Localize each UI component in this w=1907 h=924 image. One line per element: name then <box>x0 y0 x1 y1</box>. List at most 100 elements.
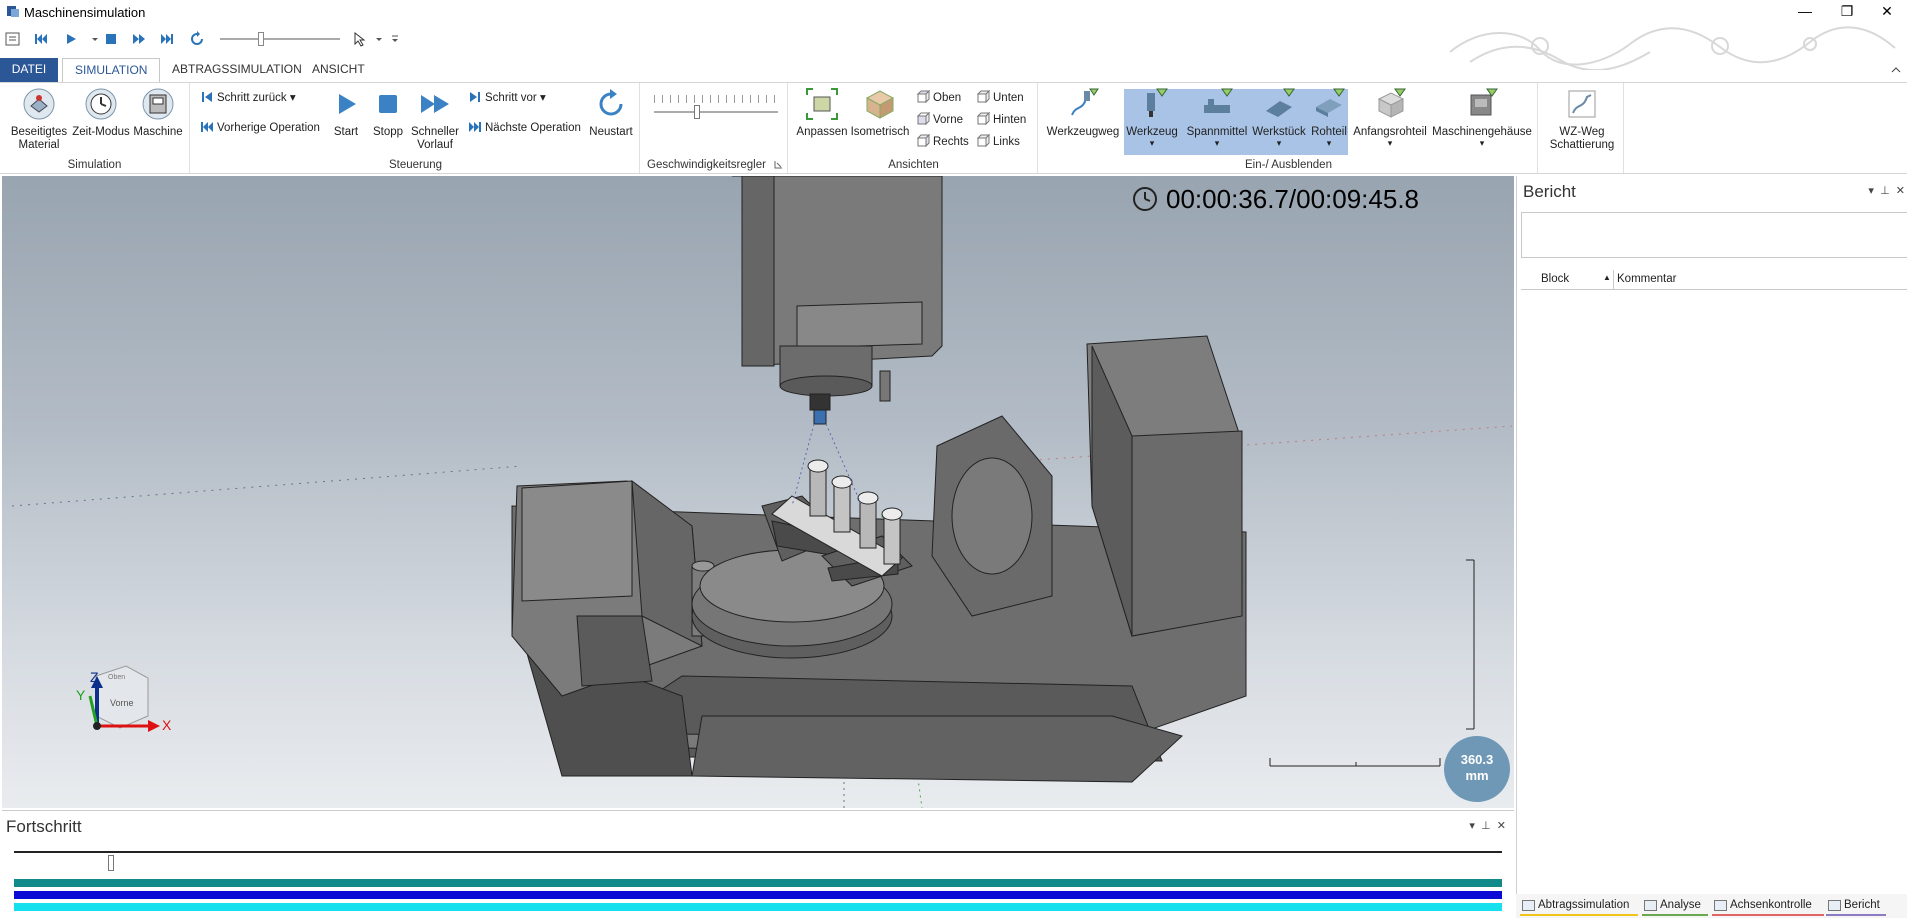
3d-viewport[interactable]: Z Y X Vorne Oben 00:00:36.7/00:09:45.8 3… <box>2 176 1514 808</box>
fit-view-button[interactable]: Anpassen <box>796 87 848 139</box>
restart-icon <box>599 89 623 116</box>
panel-tabs: Abtragssimulation Analyse Achsenkontroll… <box>1516 894 1907 918</box>
fast-forward-label: Schneller Vorlauf <box>411 126 459 151</box>
fast-forward-icon[interactable] <box>130 30 148 48</box>
orientation-triad[interactable]: Z Y X Vorne Oben <box>76 665 172 733</box>
minimize-button[interactable]: — <box>1782 0 1828 24</box>
clock-icon <box>85 88 117 120</box>
title-bar: Maschinensimulation — ❐ ✕ <box>0 0 1907 24</box>
close-icon[interactable]: ✕ <box>1497 820 1506 832</box>
axis-label-z: Z <box>90 669 99 685</box>
tab-removal-simulation-panel[interactable]: Abtragssimulation <box>1520 896 1638 916</box>
report-panel: Bericht ▾ ⊥ ✕ Block ▲ Kommentar <box>1516 176 1907 894</box>
step-forward-label: Schritt vor <box>485 92 537 104</box>
cube-face-front[interactable]: Vorne <box>110 698 134 708</box>
toolpath-label: Werkzeugweg <box>1046 126 1120 138</box>
toolpath-shading-button[interactable]: WZ-Weg Schattierung <box>1544 87 1620 152</box>
machine-scene: Z Y X Vorne Oben <box>11 176 1513 808</box>
right-view-button[interactable]: Rechts <box>916 133 969 151</box>
restart-icon[interactable] <box>188 30 206 48</box>
bottom-view-button[interactable]: Unten <box>976 89 1024 107</box>
top-view-button[interactable]: Oben <box>916 89 961 107</box>
speed-slider-thumb[interactable] <box>694 105 700 119</box>
column-block[interactable]: Block <box>1541 273 1569 285</box>
dialog-launcher-icon[interactable] <box>774 160 783 169</box>
group-label-speed: Geschwindigkeitsregler <box>647 159 766 171</box>
progress-panel: Fortschritt ▾ ⊥ ✕ <box>2 810 1514 922</box>
stop-button[interactable]: Stopp <box>368 87 408 139</box>
scale-badge: 360.3 mm <box>1444 736 1510 802</box>
workpiece-toggle[interactable]: Werkstück ▾ <box>1250 87 1308 148</box>
collapse-ribbon-icon[interactable] <box>1890 64 1902 76</box>
tab-report-panel[interactable]: Bericht <box>1826 896 1886 916</box>
ribbon-tabs: DATEI SIMULATION ABTRAGSSIMULATION ANSIC… <box>0 58 1907 82</box>
report-filter-box[interactable] <box>1521 212 1907 258</box>
next-operation-button[interactable]: Nächste Operation <box>468 119 581 137</box>
cursor-icon[interactable] <box>350 30 368 48</box>
machine-icon <box>142 88 174 120</box>
tab-simulation[interactable]: SIMULATION <box>62 58 161 82</box>
progress-slider-thumb[interactable] <box>107 855 114 871</box>
isometric-view-button[interactable]: Isometrisch <box>850 87 910 139</box>
pin-icon[interactable]: ⊥ <box>1481 820 1491 832</box>
removed-material-button[interactable]: Beseitigtes Material <box>8 87 70 152</box>
tab-removal-simulation[interactable]: ABTRAGSSIMULATION <box>160 58 314 82</box>
back-view-button[interactable]: Hinten <box>976 111 1026 129</box>
group-label-control: Steuerung <box>388 159 443 171</box>
speed-slider-thumb[interactable] <box>258 32 264 46</box>
cube-icon <box>916 134 930 148</box>
front-view-label: Vorne <box>933 114 964 126</box>
stop-label: Stopp <box>372 126 404 138</box>
fast-forward-button[interactable]: Schneller Vorlauf <box>410 87 460 152</box>
front-view-button[interactable]: Vorne <box>916 111 963 129</box>
customize-toolbar-icon[interactable] <box>386 30 404 48</box>
step-back-label: Schritt zurück <box>217 92 287 104</box>
group-label-visibility: Ein-/ Ausblenden <box>1245 159 1332 171</box>
cube-icon <box>916 112 930 126</box>
machine-button[interactable]: Maschine <box>128 87 188 139</box>
speed-scale-ticks <box>654 95 778 103</box>
tool-toggle[interactable]: Werkzeug ▾ <box>1124 87 1180 148</box>
toolpath-toggle[interactable]: Werkzeugweg <box>1046 87 1120 139</box>
dropdown-arrow-icon[interactable]: ▾ <box>1469 820 1475 832</box>
fixture-toggle[interactable]: Spannmittel ▾ <box>1180 87 1254 148</box>
progress-track[interactable] <box>14 851 1502 853</box>
workpiece-icon <box>1266 88 1295 117</box>
step-back-button[interactable]: Schritt zurück ▾ <box>200 89 296 107</box>
panel-tab-label: Analyse <box>1660 899 1701 911</box>
column-comment[interactable]: Kommentar <box>1617 273 1676 285</box>
previous-operation-button[interactable]: Vorherige Operation <box>200 119 320 137</box>
tab-view[interactable]: ANSICHT <box>300 58 377 82</box>
toolpath-shading-label: WZ-Weg Schattierung <box>1549 126 1615 151</box>
cube-face-top[interactable]: Oben <box>108 674 125 681</box>
close-icon[interactable]: ✕ <box>1896 185 1905 197</box>
pin-icon[interactable]: ⊥ <box>1880 185 1890 197</box>
panel-tab-icon <box>1714 900 1727 911</box>
time-mode-button[interactable]: Zeit-Modus <box>70 87 132 139</box>
report-column-header: Block ▲ Kommentar <box>1521 270 1907 290</box>
blank-toggle[interactable]: Rohteil ▾ <box>1308 87 1350 148</box>
start-button[interactable]: Start <box>326 87 366 139</box>
axis-label-y: Y <box>76 687 86 703</box>
tab-axis-check-panel[interactable]: Achsenkontrolle <box>1712 896 1824 916</box>
sort-ascending-icon: ▲ <box>1603 273 1611 282</box>
panel-tab-label: Bericht <box>1844 899 1880 911</box>
tab-file[interactable]: DATEI <box>0 58 58 82</box>
step-forward-button[interactable]: Schritt vor ▾ <box>468 89 546 107</box>
play-icon[interactable] <box>62 30 80 48</box>
speed-slider-track[interactable] <box>220 38 340 40</box>
machine-housing-toggle[interactable]: Maschinengehäuse ▾ <box>1430 87 1534 148</box>
left-view-button[interactable]: Links <box>976 133 1020 151</box>
initial-blank-toggle[interactable]: Anfangsrohteil ▾ <box>1350 87 1430 148</box>
report-panel-controls: ▾ ⊥ ✕ <box>1868 184 1905 197</box>
step-back-icon <box>202 92 212 102</box>
restart-button[interactable]: Neustart <box>586 87 636 139</box>
close-window-button[interactable]: ✕ <box>1864 0 1907 24</box>
skip-to-start-icon[interactable] <box>32 30 50 48</box>
speed-slider-track[interactable] <box>654 111 778 113</box>
skip-to-end-icon[interactable] <box>158 30 176 48</box>
stop-icon[interactable] <box>102 30 120 48</box>
tab-analysis-panel[interactable]: Analyse <box>1642 896 1708 916</box>
dropdown-arrow-icon[interactable]: ▾ <box>1868 185 1874 197</box>
settings-icon[interactable] <box>4 30 22 48</box>
